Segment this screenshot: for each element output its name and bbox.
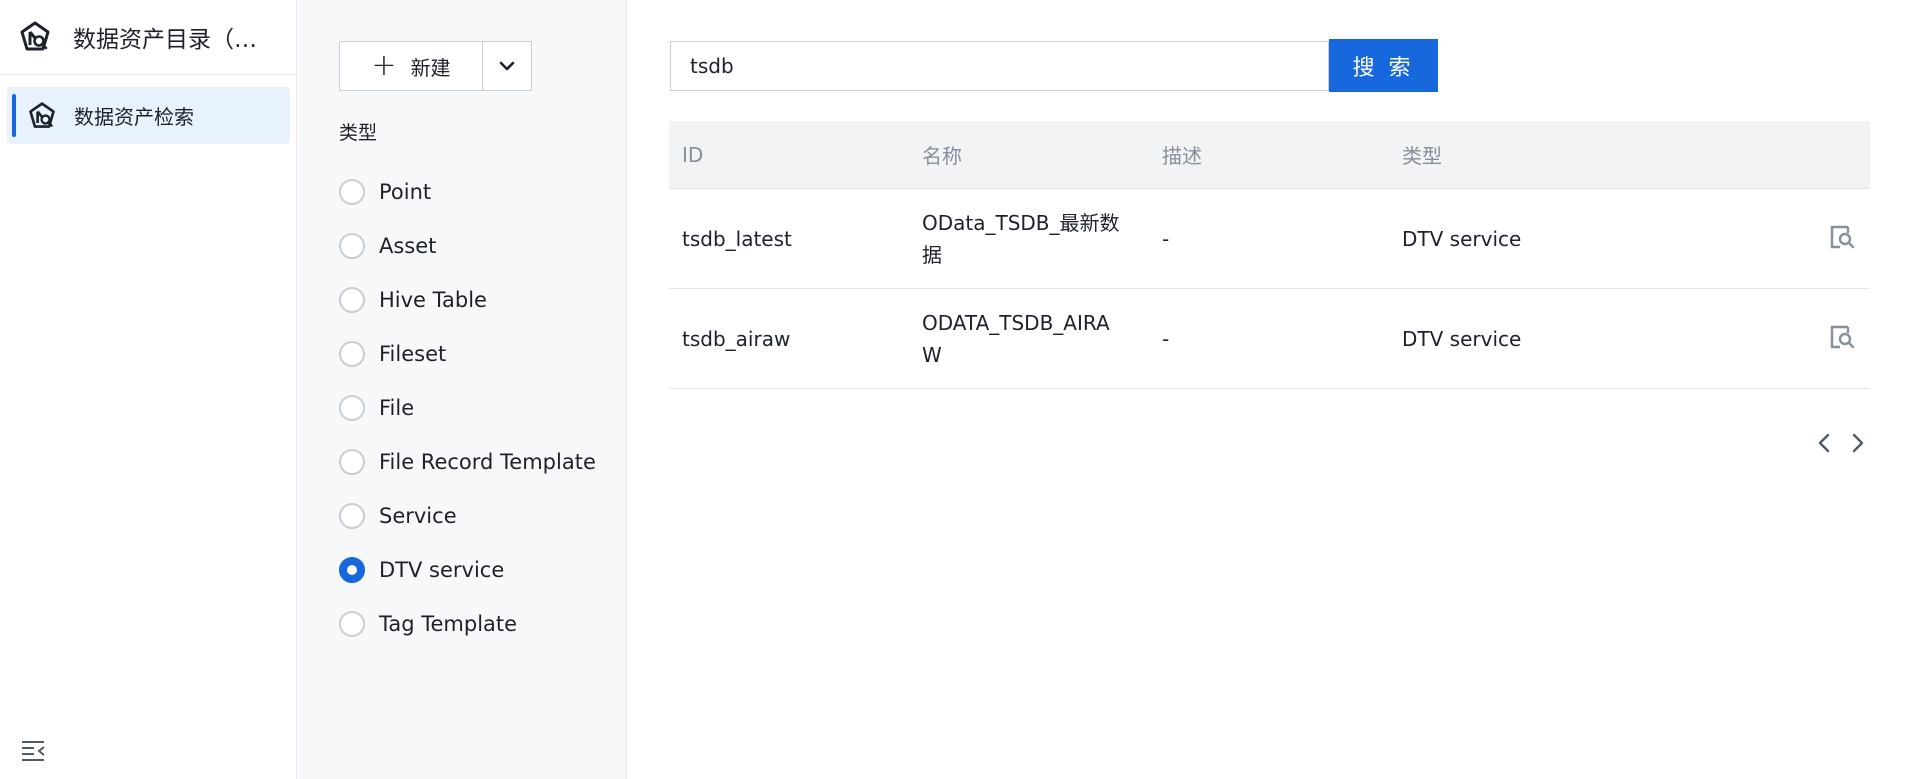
type-radio-file-record-template[interactable]: File Record Template bbox=[339, 435, 596, 489]
column-header-id: ID bbox=[682, 142, 704, 167]
type-radio-file[interactable]: File bbox=[339, 381, 596, 435]
plus-icon: + bbox=[371, 48, 397, 83]
radio-circle bbox=[339, 611, 365, 637]
type-radio-fileset[interactable]: Fileset bbox=[339, 327, 596, 381]
radio-circle bbox=[339, 341, 365, 367]
column-header-desc: 描述 bbox=[1162, 144, 1202, 168]
chevron-right-icon[interactable] bbox=[1847, 429, 1869, 457]
cell-desc: - bbox=[1162, 226, 1170, 251]
radio-circle bbox=[339, 395, 365, 421]
results-table: ID 名称 描述 类型 tsdb_latest OData_TSDB_最新数据 … bbox=[669, 121, 1870, 389]
type-radio-tag-template[interactable]: Tag Template bbox=[339, 597, 596, 651]
chevron-down-icon bbox=[499, 61, 515, 71]
cell-type: DTV service bbox=[1402, 226, 1522, 251]
search-input[interactable] bbox=[670, 41, 1329, 91]
chevron-left-icon[interactable] bbox=[1813, 429, 1835, 457]
asset-search-icon bbox=[26, 100, 58, 132]
radio-label: Fileset bbox=[379, 342, 447, 366]
sidebar-item-label: 数据资产检索 bbox=[74, 105, 194, 129]
collapse-menu-icon[interactable] bbox=[20, 739, 48, 763]
pagination bbox=[1813, 429, 1869, 457]
active-indicator bbox=[12, 94, 16, 137]
type-radio-service[interactable]: Service bbox=[339, 489, 596, 543]
table-row: tsdb_latest OData_TSDB_最新数据 - DTV servic… bbox=[669, 189, 1870, 289]
radio-label: Service bbox=[379, 504, 457, 528]
main-content: 搜 索 ID 名称 描述 类型 tsdb_latest OData_TSDB_最… bbox=[628, 0, 1910, 779]
table-row: tsdb_airaw ODATA_TSDB_AIRAW - DTV servic… bbox=[669, 289, 1870, 389]
app-header: 数据资产目录（… bbox=[0, 0, 296, 75]
cell-type: DTV service bbox=[1402, 326, 1522, 351]
radio-circle bbox=[339, 503, 365, 529]
type-radio-dtv-service[interactable]: DTV service bbox=[339, 543, 596, 597]
type-radio-hive-table[interactable]: Hive Table bbox=[339, 273, 596, 327]
column-header-type: 类型 bbox=[1402, 144, 1442, 168]
radio-label: Point bbox=[379, 180, 432, 204]
cell-id: tsdb_latest bbox=[682, 226, 792, 251]
type-filter-title: 类型 bbox=[339, 122, 378, 144]
view-detail-icon[interactable] bbox=[1829, 224, 1855, 254]
radio-circle bbox=[339, 449, 365, 475]
new-button-group: + 新建 bbox=[339, 41, 532, 91]
cell-name: OData_TSDB_最新数据 bbox=[922, 210, 1120, 267]
column-header-name: 名称 bbox=[922, 144, 962, 168]
sidebar: 数据资产目录（… 数据资产检索 bbox=[0, 0, 297, 779]
new-button[interactable]: + 新建 bbox=[340, 42, 483, 90]
sidebar-item-asset-search[interactable]: 数据资产检索 bbox=[7, 87, 290, 144]
radio-label: Hive Table bbox=[379, 288, 487, 312]
type-radio-group: Point Asset Hive Table Fileset File File… bbox=[339, 165, 596, 651]
app-title: 数据资产目录（… bbox=[73, 27, 257, 53]
cell-id: tsdb_airaw bbox=[682, 326, 791, 351]
view-detail-icon[interactable] bbox=[1829, 324, 1855, 354]
type-radio-asset[interactable]: Asset bbox=[339, 219, 596, 273]
radio-label: Tag Template bbox=[379, 612, 518, 636]
radio-circle bbox=[339, 233, 365, 259]
cell-name: ODATA_TSDB_AIRAW bbox=[922, 310, 1110, 367]
radio-circle bbox=[339, 287, 365, 313]
new-dropdown-button[interactable] bbox=[483, 42, 531, 90]
asset-catalog-logo-icon bbox=[18, 20, 52, 54]
radio-circle bbox=[339, 179, 365, 205]
radio-circle bbox=[339, 557, 365, 583]
cell-desc: - bbox=[1162, 326, 1170, 351]
radio-label: DTV service bbox=[379, 558, 505, 582]
filter-panel: + 新建 类型 Point Asset Hive Table Fileset F… bbox=[298, 0, 627, 779]
radio-label: Asset bbox=[379, 234, 437, 258]
table-header: ID 名称 描述 类型 bbox=[669, 121, 1870, 189]
radio-label: File bbox=[379, 396, 415, 420]
radio-label: File Record Template bbox=[379, 450, 596, 474]
new-button-label: 新建 bbox=[410, 55, 451, 80]
type-radio-point[interactable]: Point bbox=[339, 165, 596, 219]
search-button[interactable]: 搜 索 bbox=[1329, 39, 1438, 92]
